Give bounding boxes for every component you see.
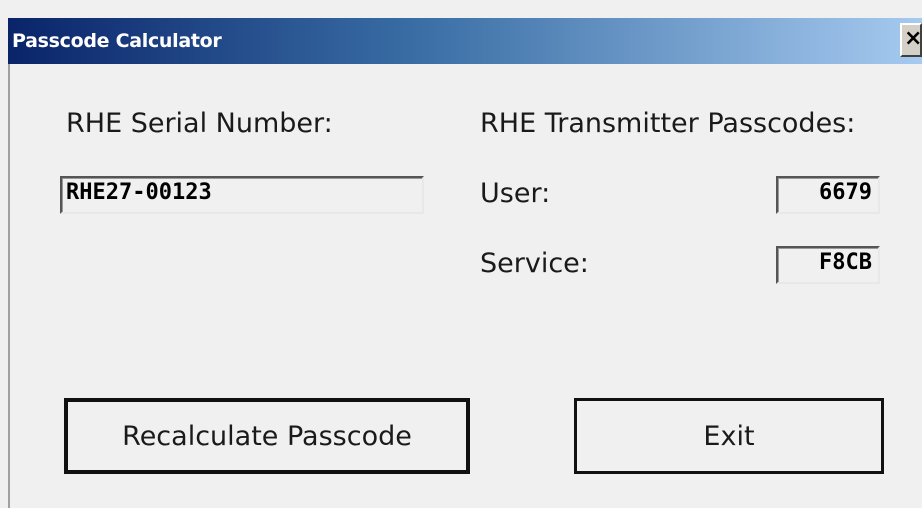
- service-passcode-field[interactable]: F8CB: [776, 246, 880, 284]
- user-label: User:: [480, 178, 551, 209]
- serial-number-label: RHE Serial Number:: [66, 108, 333, 139]
- close-icon: ×: [904, 26, 922, 51]
- serial-number-field[interactable]: RHE27-00123: [60, 176, 424, 214]
- window-title: Passcode Calculator: [12, 30, 222, 52]
- close-button[interactable]: ×: [900, 23, 922, 57]
- title-bar[interactable]: Passcode Calculator ×: [8, 18, 922, 64]
- recalculate-passcode-button[interactable]: Recalculate Passcode: [64, 398, 470, 474]
- dialog-body: RHE Serial Number: RHE27-00123 RHE Trans…: [8, 64, 922, 508]
- passcode-calculator-window: Passcode Calculator × RHE Serial Number:…: [0, 0, 922, 508]
- service-label: Service:: [480, 248, 589, 279]
- exit-button[interactable]: Exit: [574, 398, 884, 474]
- user-passcode-field[interactable]: 6679: [776, 176, 880, 214]
- transmitter-passcodes-label: RHE Transmitter Passcodes:: [480, 108, 856, 139]
